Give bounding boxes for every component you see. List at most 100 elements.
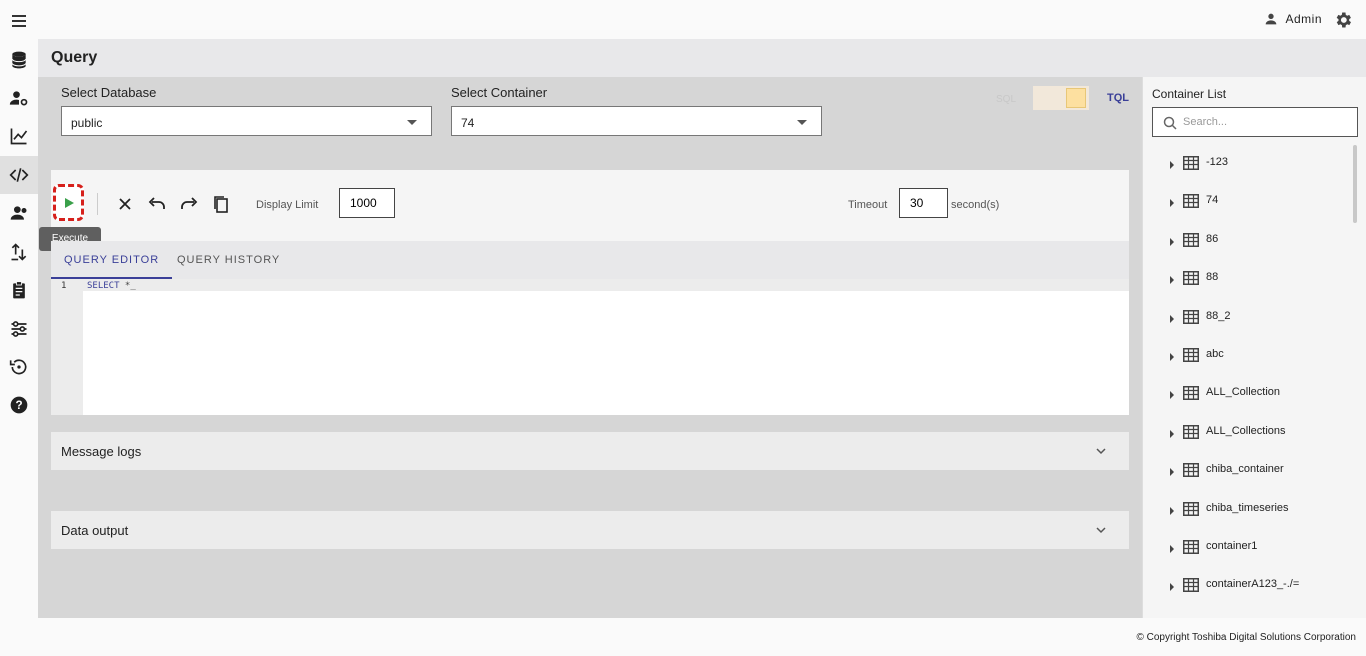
caret-right-icon[interactable]	[1170, 161, 1174, 169]
container-list-title: Container List	[1152, 87, 1227, 101]
copy-button[interactable]	[211, 194, 231, 214]
sql-label: SQL	[996, 94, 1017, 105]
sidebar-item-database[interactable]	[0, 41, 38, 79]
container-list-item[interactable]: chiba_container	[1143, 452, 1353, 490]
search-input[interactable]	[1183, 114, 1348, 130]
caret-right-icon[interactable]	[1170, 199, 1174, 208]
container-name: ALL_Collections	[1206, 424, 1286, 437]
container-list-item[interactable]: container1	[1143, 529, 1353, 567]
caret-right-icon[interactable]	[1170, 506, 1174, 515]
table-icon	[1183, 156, 1199, 170]
container-name: -123	[1206, 156, 1229, 168]
sidebar-item-chart[interactable]	[0, 117, 38, 155]
caret-right-icon[interactable]	[1170, 314, 1174, 323]
timeout-input[interactable]	[899, 188, 948, 218]
container-search[interactable]	[1152, 107, 1358, 137]
caret-right-icon[interactable]	[1170, 276, 1174, 285]
hamburger-menu-icon[interactable]	[8, 10, 30, 30]
sidebar-item-help[interactable]: ?	[0, 386, 38, 424]
container-name: ALL_Collection	[1206, 386, 1280, 399]
container-list-item[interactable]: 86	[1143, 222, 1353, 260]
page-title: Query	[51, 49, 98, 66]
line-chart-icon	[10, 128, 28, 145]
caret-right-icon[interactable]	[1170, 468, 1174, 477]
table-icon	[1183, 578, 1199, 593]
sidebar-item-import-export[interactable]	[0, 233, 38, 271]
settings-gear-icon[interactable]	[1333, 10, 1353, 30]
tab-query-history[interactable]: QUERY HISTORY	[164, 241, 293, 279]
query-toolbar: Display Limit Timeout second(s)	[51, 170, 1129, 241]
user-name: Admin	[1285, 12, 1322, 26]
svg-text:?: ?	[15, 399, 22, 412]
code-rest: *_	[119, 281, 136, 291]
sql-tql-toggle[interactable]	[1033, 86, 1089, 110]
container-list-item[interactable]: 88_2	[1143, 299, 1353, 337]
container-list-item[interactable]: chiba_timeseries	[1143, 491, 1353, 529]
undo-button[interactable]	[147, 194, 167, 214]
table-icon	[1183, 309, 1199, 324]
play-icon	[64, 197, 74, 208]
sidebar-item-clipboard[interactable]	[0, 271, 38, 309]
container-list-item[interactable]: ALL_Collection	[1143, 375, 1353, 413]
container-name: containerA123_-./=	[1206, 578, 1300, 591]
caret-right-icon[interactable]	[1170, 545, 1174, 553]
database-label: Select Database	[61, 85, 157, 100]
users-icon	[10, 206, 27, 220]
timeout-label: Timeout	[848, 199, 888, 211]
chevron-down-icon	[1096, 448, 1106, 455]
chevron-down-icon	[1096, 527, 1106, 534]
chevron-down-icon	[407, 120, 417, 125]
copyright: © Copyright Toshiba Digital Solutions Co…	[1136, 632, 1356, 643]
query-editor[interactable]: 1 SELECT *_	[51, 279, 1129, 415]
container-name: 74	[1206, 194, 1219, 207]
tql-label: TQL	[1107, 92, 1129, 104]
active-line-highlight	[51, 279, 1129, 291]
sliders-icon	[11, 321, 27, 337]
caret-right-icon[interactable]	[1170, 583, 1174, 592]
search-icon	[1163, 116, 1177, 130]
page-header: Query	[38, 39, 1366, 77]
user-menu[interactable]: Admin	[1263, 11, 1322, 27]
tab-query-editor[interactable]: QUERY EDITOR	[51, 241, 173, 279]
scrollbar[interactable]	[1353, 145, 1357, 223]
caret-right-icon[interactable]	[1170, 429, 1174, 438]
code-line: SELECT *_	[87, 281, 136, 291]
container-select[interactable]: 74	[451, 106, 822, 136]
redo-button[interactable]	[179, 194, 199, 214]
data-output-panel[interactable]: Data output	[51, 511, 1129, 549]
caret-right-icon[interactable]	[1170, 353, 1174, 361]
table-icon	[1183, 501, 1199, 516]
toolbar-divider	[97, 193, 98, 215]
container-value: 74	[461, 116, 475, 130]
container-list-item[interactable]: 88	[1143, 260, 1353, 298]
container-list-item[interactable]: -123	[1143, 145, 1353, 183]
container-label: Select Container	[451, 85, 548, 100]
container-list-item[interactable]: containerA123_-./=	[1143, 567, 1353, 605]
sidebar-item-users[interactable]	[0, 194, 38, 232]
restore-icon	[9, 359, 27, 375]
container-name: 88_2	[1206, 309, 1231, 322]
sidebar-item-history[interactable]	[0, 348, 38, 386]
database-select[interactable]: public	[61, 106, 432, 136]
code-icon	[9, 168, 29, 182]
message-logs-title: Message logs	[61, 444, 142, 459]
redo-icon	[181, 197, 198, 209]
container-name: 88	[1206, 271, 1219, 284]
message-logs-panel[interactable]: Message logs	[51, 432, 1129, 470]
container-list-item[interactable]: 74	[1143, 183, 1353, 221]
data-output-title: Data output	[61, 523, 129, 538]
container-list-item[interactable]: ALL_Collections	[1143, 414, 1353, 452]
caret-right-icon[interactable]	[1170, 237, 1174, 246]
clear-button[interactable]	[115, 194, 135, 214]
sidebar-item-configuration[interactable]	[0, 310, 38, 348]
footer: © Copyright Toshiba Digital Solutions Co…	[0, 618, 1366, 656]
table-icon	[1183, 348, 1199, 362]
display-limit-input[interactable]	[339, 188, 395, 218]
caret-right-icon[interactable]	[1170, 391, 1174, 400]
sidebar-item-query[interactable]	[0, 156, 38, 194]
sidebar-item-user-settings[interactable]	[0, 79, 38, 117]
container-name: container1	[1206, 540, 1258, 552]
undo-icon	[148, 197, 165, 209]
execute-button[interactable]	[53, 184, 84, 221]
container-list-item[interactable]: abc	[1143, 337, 1353, 375]
